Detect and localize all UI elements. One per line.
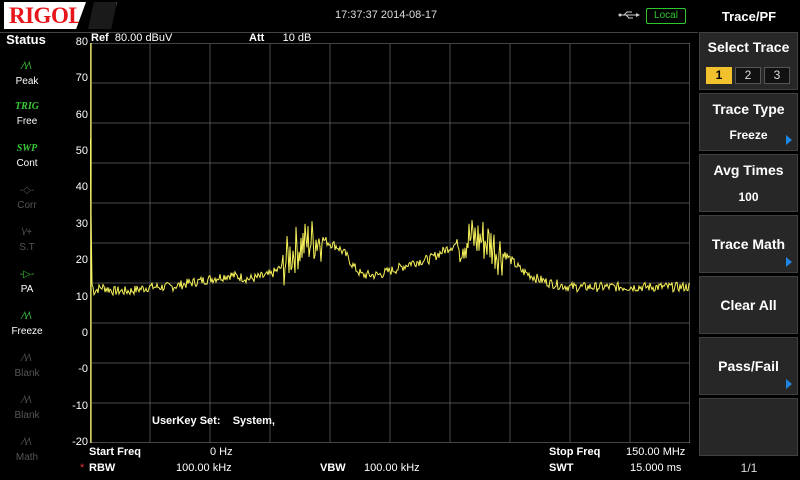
- swt-label[interactable]: SWT: [549, 462, 573, 474]
- status-item-label: Blank: [14, 410, 40, 421]
- y-tick-label: 80: [75, 36, 88, 48]
- stop-freq-label[interactable]: Stop Freq: [549, 446, 600, 458]
- trace-math-button[interactable]: Trace Math: [699, 215, 798, 273]
- status-item-label: Math: [15, 452, 39, 463]
- trace-type-button[interactable]: Trace Type Freeze: [699, 93, 798, 151]
- usb-icon: [618, 11, 640, 19]
- rbw-label[interactable]: RBW: [89, 462, 115, 474]
- pass-fail-label: Pass/Fail: [718, 358, 779, 374]
- spectrum-plot[interactable]: [90, 43, 690, 443]
- clear-all-label: Clear All: [720, 297, 777, 313]
- menu-page-indicator: 1/1: [740, 461, 758, 475]
- y-tick-label: 30: [75, 217, 88, 230]
- status-item-cont: SWP Cont: [6, 140, 48, 176]
- trace-option-1[interactable]: 1: [706, 67, 732, 84]
- status-item-label: Cont: [16, 158, 38, 169]
- status-panel-title: Status: [6, 32, 46, 47]
- status-item-freeze: ∕\∕\ Freeze: [6, 308, 48, 344]
- clear-all-button[interactable]: Clear All: [699, 276, 798, 334]
- y-tick-label: 60: [75, 108, 88, 121]
- trace-option-2[interactable]: 2: [735, 67, 761, 84]
- stop-freq-value[interactable]: 150.00 MHz: [626, 446, 685, 458]
- status-item-corr: -◇- Corr: [6, 182, 48, 218]
- status-item-label: Free: [16, 116, 38, 127]
- userkey-label: UserKey Set:: [152, 415, 221, 427]
- status-s-t-icon: \∕+: [21, 227, 33, 238]
- status-item-label: Corr: [17, 200, 37, 211]
- status-math-icon: ∕\∕\: [22, 437, 32, 448]
- trace-selector: 123: [706, 66, 793, 84]
- status-blank-icon: ∕\∕\: [22, 395, 32, 406]
- top-bar: RIGOL 17:37:37 2014-08-17 Local: [0, 0, 698, 33]
- y-tick-label: -20: [72, 436, 88, 448]
- empty-softkey[interactable]: [699, 398, 798, 456]
- vbw-value[interactable]: 100.00 kHz: [364, 462, 420, 474]
- status-item-math: ∕\∕\ Math: [6, 434, 48, 470]
- menu-title: Trace/PF: [721, 9, 777, 24]
- y-tick-label: 20: [75, 254, 88, 267]
- y-tick-label: 10: [75, 290, 88, 303]
- avg-times-button[interactable]: Avg Times 100: [699, 154, 798, 212]
- avg-times-value: 100: [738, 190, 759, 204]
- status-item-label: Freeze: [11, 326, 43, 337]
- status-freeze-icon: ∕\∕\: [22, 311, 32, 322]
- logo-decoration: [88, 2, 117, 29]
- status-item-s-t: \∕+ S.T: [6, 224, 48, 260]
- status-cont-icon: SWP: [16, 143, 38, 154]
- status-item-blank: ∕\∕\ Blank: [6, 392, 48, 428]
- status-item-peak: ∕\∕\ Peak: [6, 58, 48, 94]
- status-blank-icon: ∕\∕\: [22, 353, 32, 364]
- status-item-label: PA: [20, 284, 34, 295]
- avg-times-label: Avg Times: [713, 162, 784, 178]
- status-item-pa: -▷- PA: [6, 266, 48, 302]
- rbw-value[interactable]: 100.00 kHz: [176, 462, 232, 474]
- trace-type-value: Freeze: [729, 128, 768, 142]
- swt-value[interactable]: 15.000 ms: [630, 462, 681, 474]
- local-status-badge: Local: [646, 8, 686, 24]
- status-item-label: Peak: [15, 76, 39, 87]
- brand-logo: RIGOL: [4, 2, 86, 29]
- y-tick-label: 40: [75, 181, 88, 194]
- status-pa-icon: -▷-: [19, 269, 35, 280]
- userkey-set-info: UserKey Set: System,: [152, 415, 275, 427]
- y-tick-label: 70: [75, 72, 88, 85]
- trace-math-label: Trace Math: [711, 236, 786, 252]
- status-free-icon: TRIG: [15, 101, 39, 112]
- status-peak-icon: ∕\∕\: [22, 61, 32, 72]
- submenu-arrow-icon: [786, 135, 792, 145]
- datetime: 17:37:37 2014-08-17: [335, 9, 438, 21]
- rbw-manual-marker: *: [80, 462, 85, 474]
- status-item-free: TRIG Free: [6, 98, 48, 134]
- submenu-arrow-icon: [786, 257, 792, 267]
- y-tick-label: 0: [81, 326, 88, 339]
- start-freq-value[interactable]: 0 Hz: [210, 446, 233, 458]
- status-item-blank: ∕\∕\ Blank: [6, 350, 48, 386]
- select-trace-label: Select Trace: [707, 39, 790, 55]
- status-corr-icon: -◇-: [19, 185, 35, 196]
- status-item-label: Blank: [14, 368, 40, 379]
- trace-option-3[interactable]: 3: [764, 67, 790, 84]
- pass-fail-button[interactable]: Pass/Fail: [699, 337, 798, 395]
- trace-type-label: Trace Type: [712, 101, 785, 117]
- y-tick-label: 50: [75, 145, 88, 158]
- submenu-arrow-icon: [786, 379, 792, 389]
- y-tick-label: -10: [72, 399, 88, 412]
- select-trace-button[interactable]: Select Trace 123: [699, 32, 798, 90]
- y-tick-label: -0: [78, 363, 88, 376]
- userkey-value: System,: [232, 415, 275, 427]
- start-freq-label[interactable]: Start Freq: [89, 446, 141, 458]
- vbw-label[interactable]: VBW: [320, 462, 346, 474]
- status-item-label: S.T: [19, 242, 35, 253]
